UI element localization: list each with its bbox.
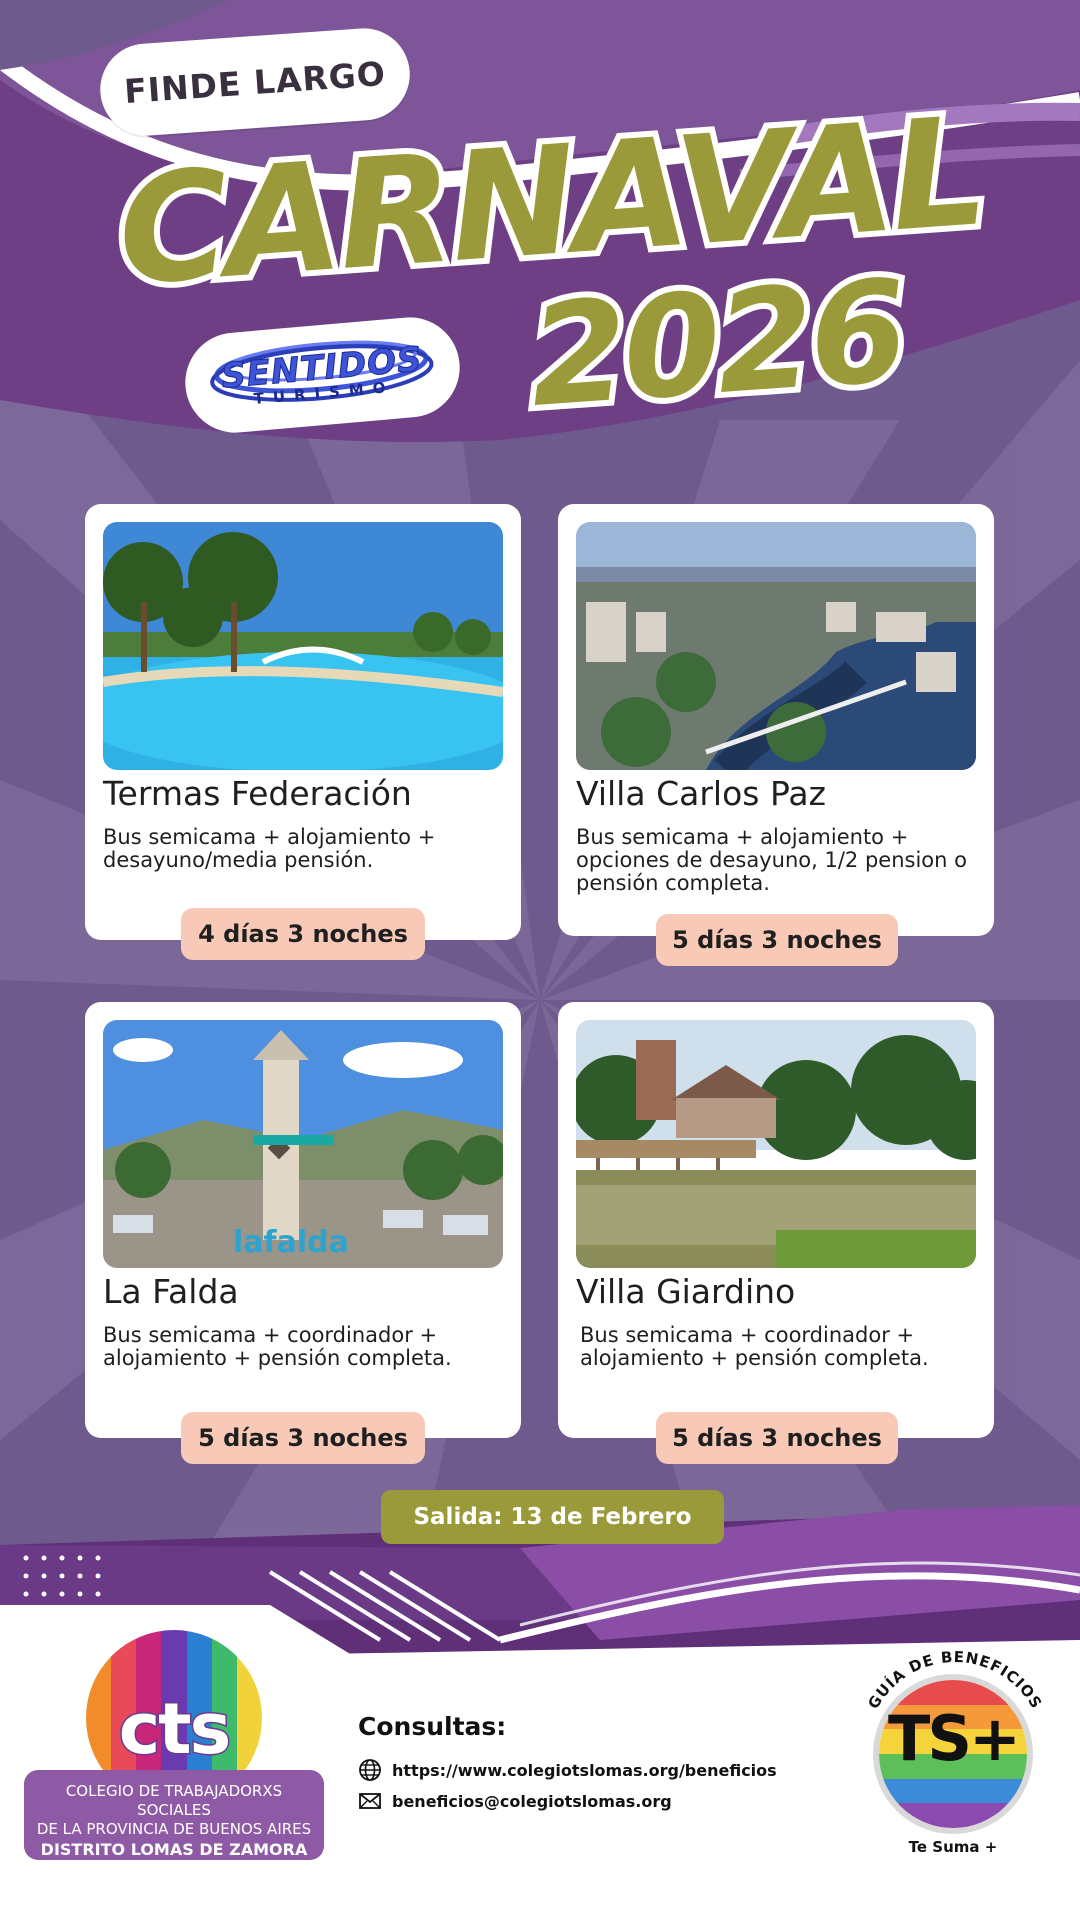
svg-text:lafalda: lafalda — [233, 1225, 349, 1260]
ts-plus-mark: TS+ — [888, 1702, 1021, 1775]
website-row[interactable]: https://www.colegiotslomas.org/beneficio… — [358, 1756, 777, 1784]
email-icon — [359, 1793, 381, 1809]
consultas-label: Consultas: — [358, 1712, 507, 1741]
cts-line1: COLEGIO DE TRABAJADORXS SOCIALES — [65, 1782, 283, 1819]
cts-line3: DISTRITO LOMAS DE ZAMORA — [40, 1840, 308, 1859]
ts-plus-badge: GUÍA DE BENEFICIOS TS+ Te Suma + — [845, 1640, 1065, 1860]
cts-org-logo: cts COLEGIO DE TRABAJADORXS SOCIALES DE … — [24, 1630, 324, 1860]
globe-icon — [359, 1759, 381, 1781]
year-title: 2026 — [519, 244, 915, 445]
finde-largo-label: FINDE LARGO — [122, 53, 388, 111]
duration-badge: 5 días 3 noches — [181, 1412, 425, 1464]
destination-description: Bus semicama + coordinador + alojamiento… — [103, 1323, 452, 1370]
destination-card-termas[interactable]: Termas Federación Bus semicama + alojami… — [85, 504, 521, 940]
villa-giardino-photo — [576, 1020, 976, 1268]
termas-photo — [103, 522, 503, 770]
email-row[interactable]: beneficios@colegiotslomas.org — [358, 1787, 672, 1815]
destination-card-villa-giardino[interactable]: Villa Giardino Bus semicama + coordinado… — [558, 1002, 994, 1438]
destination-description: Bus semicama + alojamiento + opciones de… — [576, 825, 967, 895]
duration-badge: 5 días 3 noches — [656, 914, 898, 966]
destination-name: La Falda — [103, 1272, 239, 1311]
te-suma-tagline: Te Suma + — [908, 1838, 998, 1856]
departure-date-banner: Salida: 13 de Febrero — [381, 1490, 724, 1544]
cts-name-box: COLEGIO DE TRABAJADORXS SOCIALES DE LA P… — [24, 1770, 324, 1860]
cts-line2: DE LA PROVINCIA DE BUENOS AIRES — [36, 1820, 312, 1838]
destination-card-la-falda[interactable]: lafalda La Falda Bus semicama + coordina… — [85, 1002, 521, 1438]
destination-name: Villa Giardino — [576, 1272, 796, 1311]
email-link[interactable]: beneficios@colegiotslomas.org — [392, 1792, 672, 1811]
destination-name: Termas Federación — [103, 774, 412, 813]
website-link[interactable]: https://www.colegiotslomas.org/beneficio… — [392, 1761, 777, 1780]
cts-mark: cts — [117, 1687, 233, 1772]
destination-card-carlos-paz[interactable]: Villa Carlos Paz Bus semicama + alojamie… — [558, 504, 994, 936]
carlos-paz-photo — [576, 522, 976, 770]
destination-description: Bus semicama + alojamiento + desayuno/me… — [103, 825, 436, 872]
duration-badge: 4 días 3 noches — [181, 908, 425, 960]
destination-name: Villa Carlos Paz — [576, 774, 826, 813]
destination-description: Bus semicama + coordinador + alojamiento… — [580, 1323, 929, 1370]
duration-badge: 5 días 3 noches — [656, 1412, 898, 1464]
la-falda-photo: lafalda — [103, 1020, 503, 1268]
